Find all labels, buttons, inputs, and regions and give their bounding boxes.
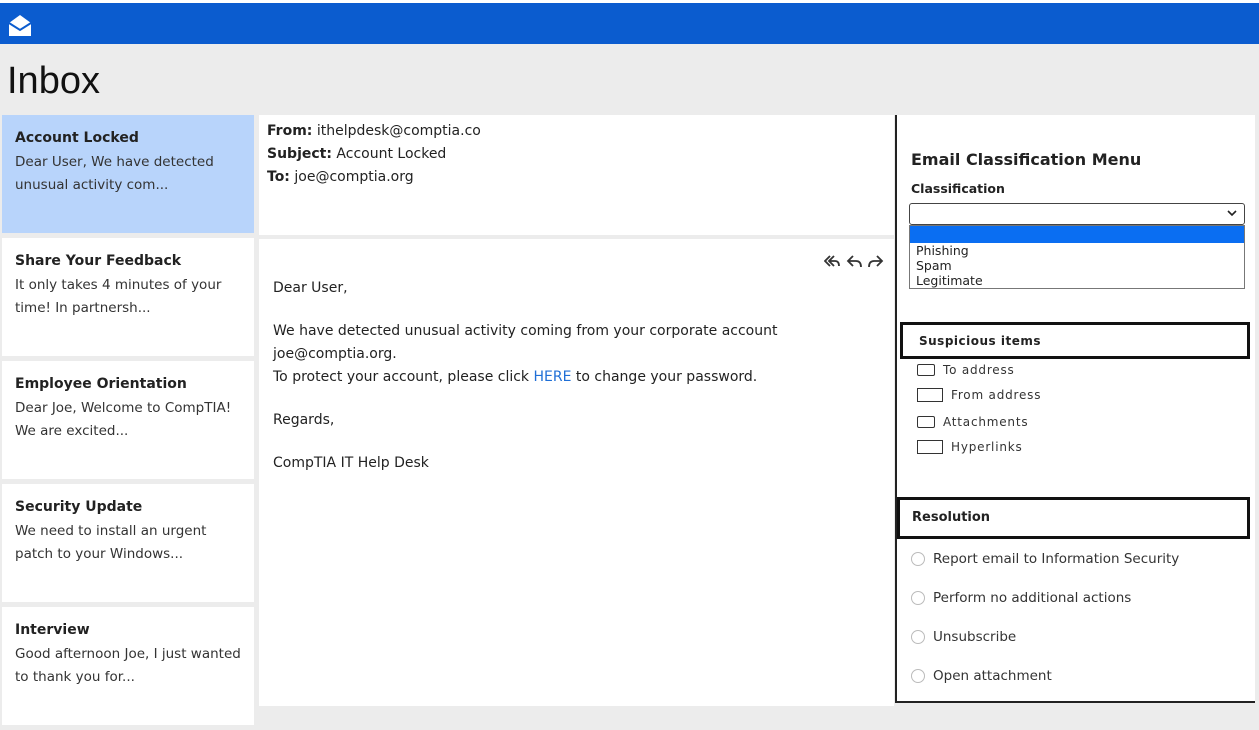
to-label: To: — [267, 169, 290, 185]
mail-preview: Good afternoon Joe, I just wanted to tha… — [15, 646, 241, 685]
from-label: From: — [267, 123, 313, 139]
chevron-down-icon — [1227, 210, 1237, 217]
radio-button[interactable] — [911, 669, 925, 683]
password-link[interactable]: HERE — [534, 369, 572, 385]
checkbox-label: From address — [951, 388, 1042, 402]
mail-subject: Employee Orientation — [15, 376, 187, 392]
mail-preview: We need to install an urgent patch to yo… — [15, 523, 207, 562]
subject-value: Account Locked — [336, 146, 447, 162]
mail-preview: It only takes 4 minutes of your time! In… — [15, 277, 222, 316]
mail-item-account-locked[interactable]: Account Locked Dear User, We have detect… — [2, 115, 254, 233]
checkbox-to-address[interactable]: To address — [917, 363, 1015, 377]
radio-open-attachment[interactable]: Open attachment — [911, 668, 1052, 684]
from-address: ithelpdesk@comptia.co — [316, 123, 481, 139]
checkbox-from-address[interactable]: From address — [917, 388, 1041, 402]
mail-subject: Account Locked — [15, 130, 139, 146]
option-spam[interactable]: Spam — [910, 258, 1244, 273]
mail-subject: Share Your Feedback — [15, 253, 182, 269]
suspicious-items-label: Suspicious items — [919, 334, 1041, 348]
mail-preview: Dear User, We have detected unusual acti… — [15, 154, 214, 193]
forward-icon[interactable] — [868, 253, 884, 269]
suspicious-items-header: Suspicious items — [900, 322, 1250, 359]
app-header-bar — [0, 0, 1259, 44]
radio-label: Unsubscribe — [933, 629, 1017, 645]
checkbox-label: Attachments — [943, 415, 1029, 429]
greeting: Dear User, — [273, 280, 348, 296]
subject-label: Subject: — [267, 146, 332, 162]
radio-button[interactable] — [911, 630, 925, 644]
message-header: From: ithelpdesk@comptia.co Subject: Acc… — [259, 115, 894, 235]
reply-all-icon[interactable] — [823, 253, 840, 269]
checkbox[interactable] — [917, 440, 943, 454]
mail-item-employee-orientation[interactable]: Employee Orientation Dear Joe, Welcome t… — [2, 361, 254, 479]
classification-panel: Email Classification Menu Classification… — [895, 115, 1255, 703]
to-address: joe@comptia.org — [294, 169, 414, 185]
radio-no-action[interactable]: Perform no additional actions — [911, 590, 1131, 606]
classification-select[interactable] — [909, 203, 1245, 225]
reply-icon[interactable] — [846, 253, 862, 269]
mail-preview: Dear Joe, Welcome to CompTIA! We are exc… — [15, 400, 232, 439]
body-line-1: We have detected unusual activity coming… — [273, 323, 778, 362]
radio-label: Report email to Information Security — [933, 551, 1180, 567]
radio-report[interactable]: Report email to Information Security — [911, 551, 1179, 567]
mail-item-interview[interactable]: Interview Good afternoon Joe, I just wan… — [2, 607, 254, 725]
radio-unsubscribe[interactable]: Unsubscribe — [911, 629, 1016, 645]
resolution-header: Resolution — [897, 497, 1250, 539]
mail-subject: Security Update — [15, 499, 143, 515]
radio-button[interactable] — [911, 552, 925, 566]
checkbox-label: Hyperlinks — [951, 440, 1023, 454]
resolution-label: Resolution — [912, 510, 991, 525]
page-title: Inbox — [7, 60, 100, 102]
radio-label: Perform no additional actions — [933, 590, 1132, 606]
checkbox[interactable] — [917, 388, 943, 402]
checkbox[interactable] — [917, 364, 935, 376]
body-line-2-pre: To protect your account, please click — [273, 369, 534, 385]
option-phishing[interactable]: Phishing — [910, 243, 1244, 258]
dropdown-highlight[interactable] — [910, 226, 1244, 243]
message-text: Dear User, We have detected unusual acti… — [273, 277, 880, 495]
panel-title: Email Classification Menu — [911, 150, 1142, 169]
radio-label: Open attachment — [933, 668, 1052, 684]
mail-item-security-update[interactable]: Security Update We need to install an ur… — [2, 484, 254, 602]
signature: CompTIA IT Help Desk — [273, 455, 429, 471]
checkbox[interactable] — [917, 416, 935, 428]
classification-dropdown: Phishing Spam Legitimate — [909, 225, 1245, 289]
mail-subject: Interview — [15, 622, 90, 638]
radio-button[interactable] — [911, 591, 925, 605]
regards: Regards, — [273, 412, 335, 428]
body-line-2-post: to change your password. — [571, 369, 758, 385]
mail-list: Account Locked Dear User, We have detect… — [2, 115, 254, 730]
message-body: Dear User, We have detected unusual acti… — [259, 239, 894, 706]
mail-item-share-feedback[interactable]: Share Your Feedback It only takes 4 minu… — [2, 238, 254, 356]
message-actions — [823, 253, 884, 269]
checkbox-attachments[interactable]: Attachments — [917, 415, 1028, 429]
checkbox-hyperlinks[interactable]: Hyperlinks — [917, 440, 1023, 454]
classification-label: Classification — [911, 181, 1005, 196]
option-legitimate[interactable]: Legitimate — [910, 273, 1244, 288]
checkbox-label: To address — [943, 363, 1015, 377]
mail-open-icon — [8, 15, 32, 36]
